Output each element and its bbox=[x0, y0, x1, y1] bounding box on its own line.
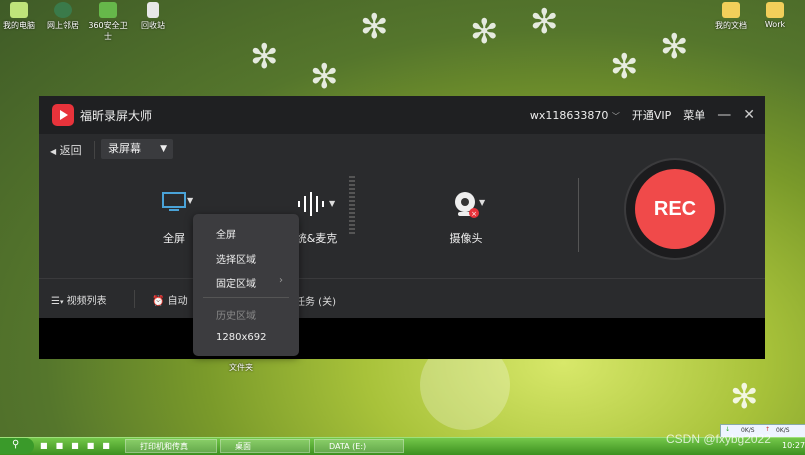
chevron-down-icon: ﹀ bbox=[611, 111, 620, 121]
divider bbox=[578, 178, 579, 252]
quick-launch-icon[interactable]: ■ bbox=[102, 441, 118, 450]
dandelion-seed-icon: ✻ bbox=[360, 7, 389, 47]
dandelion-seed-icon: ✻ bbox=[730, 377, 759, 417]
taskbar-item-desktop[interactable]: 桌面 bbox=[220, 439, 310, 453]
menu-divider bbox=[203, 297, 289, 298]
volume-meter bbox=[349, 176, 355, 234]
account-dropdown[interactable]: wx118633870 ﹀ bbox=[530, 109, 620, 122]
svg-text:×: × bbox=[471, 210, 477, 218]
caret-down-icon: ▼ bbox=[160, 144, 167, 154]
dandelion-seed-icon: ✻ bbox=[250, 37, 279, 77]
list-icon: ☰ bbox=[51, 296, 60, 307]
camera-source-label: 摄像头 bbox=[449, 232, 483, 245]
folder-icon bbox=[722, 2, 740, 18]
desktop-folder-label: 文件夹 bbox=[218, 362, 264, 373]
close-button[interactable]: ✕ bbox=[743, 107, 755, 123]
desktop-icon-my-computer[interactable]: 我的电脑 bbox=[0, 2, 42, 31]
back-arrow-icon: ◀ bbox=[50, 147, 57, 156]
back-button[interactable]: ◀ 返回 bbox=[50, 142, 82, 158]
desktop-icon-work[interactable]: Work bbox=[752, 2, 798, 29]
account-name: wx118633870 bbox=[529, 108, 609, 122]
desktop-icon-label: 我的电脑 bbox=[3, 21, 35, 30]
quick-launch-icon[interactable]: ■ bbox=[40, 441, 56, 450]
desktop-icon-360[interactable]: 360安全卫士 bbox=[85, 2, 131, 42]
desktop-icon-my-documents[interactable]: 我的文档 bbox=[708, 2, 754, 31]
quick-launch-icon[interactable]: ■ bbox=[71, 441, 87, 450]
menu-item-fixed-region[interactable]: 固定区域 bbox=[216, 275, 256, 290]
network-icon bbox=[54, 2, 72, 18]
screen-area-menu: 全屏 选择区域 固定区域 › 历史区域 1280x692 bbox=[193, 214, 299, 356]
taskbar-item-printers[interactable]: 打印机和传真 bbox=[125, 439, 217, 453]
caret-down-icon: ▼ bbox=[329, 199, 336, 208]
quick-launch-icons: ■■■■■ bbox=[40, 441, 118, 450]
chevron-right-icon: › bbox=[279, 275, 283, 286]
taskbar-item-data-drive[interactable]: DATA (E:) bbox=[314, 439, 404, 453]
auto-stop-label: 自动 bbox=[167, 296, 188, 307]
vip-button[interactable]: 开通VIP bbox=[632, 107, 671, 123]
mode-select[interactable]: 录屏幕 ▼ bbox=[101, 139, 173, 159]
quick-launch-icon[interactable]: ■ bbox=[56, 441, 72, 450]
desktop-icon-label: 360安全卫士 bbox=[88, 21, 128, 41]
desktop-icon-recycle-bin[interactable]: 回收站 bbox=[130, 2, 176, 31]
start-button[interactable]: ⚲ bbox=[0, 438, 34, 454]
app-logo-icon bbox=[52, 104, 74, 126]
menu-item-history-size[interactable]: 1280x692 bbox=[216, 332, 266, 343]
auto-stop-button[interactable]: ⏰ 自动 bbox=[152, 292, 188, 307]
watermark: CSDN @fxybg2022 bbox=[666, 432, 771, 446]
divider bbox=[94, 141, 95, 159]
recorder-panel: 福昕录屏大师 wx118633870 ﹀ 开通VIP 菜单 — ✕ ◀ 返回 录… bbox=[39, 96, 765, 318]
menu-button[interactable]: 菜单 bbox=[683, 107, 705, 123]
net-speed-down: 0K/S bbox=[776, 427, 790, 434]
dandelion-seed-icon: ✻ bbox=[530, 2, 559, 42]
mode-select-value: 录屏幕 bbox=[108, 142, 141, 155]
quick-launch-icon[interactable]: ■ bbox=[87, 441, 103, 450]
desktop-icon-label: 文件夹 bbox=[229, 363, 253, 372]
minimize-button[interactable]: — bbox=[717, 107, 731, 123]
recorder-window: 福昕录屏大师 wx118633870 ﹀ 开通VIP 菜单 — ✕ ◀ 返回 录… bbox=[39, 96, 765, 359]
clock: 10:27 bbox=[782, 441, 805, 450]
computer-icon bbox=[10, 2, 28, 18]
chevron-down-icon: ▾ bbox=[59, 298, 64, 306]
title-bar-actions: wx118633870 ﹀ 开通VIP 菜单 — ✕ bbox=[530, 96, 755, 134]
webcam-icon: × bbox=[455, 192, 479, 218]
screen-source[interactable]: ▼ 全屏 bbox=[154, 191, 194, 246]
screen-source-label: 全屏 bbox=[163, 232, 185, 245]
taskbar-item-label: DATA (E:) bbox=[329, 442, 367, 451]
divider bbox=[134, 290, 135, 308]
taskbar-item-label: 桌面 bbox=[235, 442, 251, 451]
folder-icon bbox=[766, 2, 784, 18]
start-orb-icon: ⚲ bbox=[12, 439, 20, 450]
record-button-ring: REC bbox=[624, 158, 726, 260]
taskbar-item-label: 打印机和传真 bbox=[140, 442, 188, 451]
dandelion-seed-icon: ✻ bbox=[660, 27, 689, 67]
desktop-icon-network[interactable]: 网上邻居 bbox=[40, 2, 86, 31]
desktop-icon-label: 我的文档 bbox=[715, 21, 747, 30]
record-button[interactable]: REC bbox=[635, 169, 715, 249]
camera-source[interactable]: × ▼ 摄像头 bbox=[441, 191, 491, 246]
audio-wave-icon bbox=[298, 192, 324, 216]
desktop-icon-label: 回收站 bbox=[141, 21, 165, 30]
video-list-button[interactable]: ☰▾ 视频列表 bbox=[51, 292, 107, 307]
caret-down-icon: ▼ bbox=[187, 196, 194, 205]
title-bar: 福昕录屏大师 wx118633870 ﹀ 开通VIP 菜单 — ✕ bbox=[39, 96, 765, 134]
desktop-icon-label: Work bbox=[764, 20, 786, 29]
recycle-bin-icon bbox=[147, 2, 159, 18]
dandelion-seed-icon: ✻ bbox=[610, 47, 639, 87]
caret-down-icon: ▼ bbox=[479, 198, 486, 207]
app-title: 福昕录屏大师 bbox=[80, 108, 153, 123]
shield-app-icon bbox=[99, 2, 117, 18]
back-label: 返回 bbox=[59, 144, 82, 157]
menu-item-fullscreen[interactable]: 全屏 bbox=[216, 226, 236, 241]
menu-item-select-region[interactable]: 选择区域 bbox=[216, 251, 256, 266]
alarm-clock-icon: ⏰ bbox=[152, 296, 165, 307]
video-list-label: 视频列表 bbox=[66, 296, 107, 307]
dandelion-seed-icon: ✻ bbox=[470, 12, 499, 52]
dandelion-seed-icon: ✻ bbox=[310, 57, 339, 97]
monitor-icon bbox=[162, 192, 186, 211]
bottom-toolbar: ☰▾ 视频列表 ⏰ 自动 计划任务 (关) bbox=[39, 278, 765, 319]
menu-history-header: 历史区域 bbox=[216, 311, 256, 322]
desktop-icon-label: 网上邻居 bbox=[47, 21, 79, 30]
